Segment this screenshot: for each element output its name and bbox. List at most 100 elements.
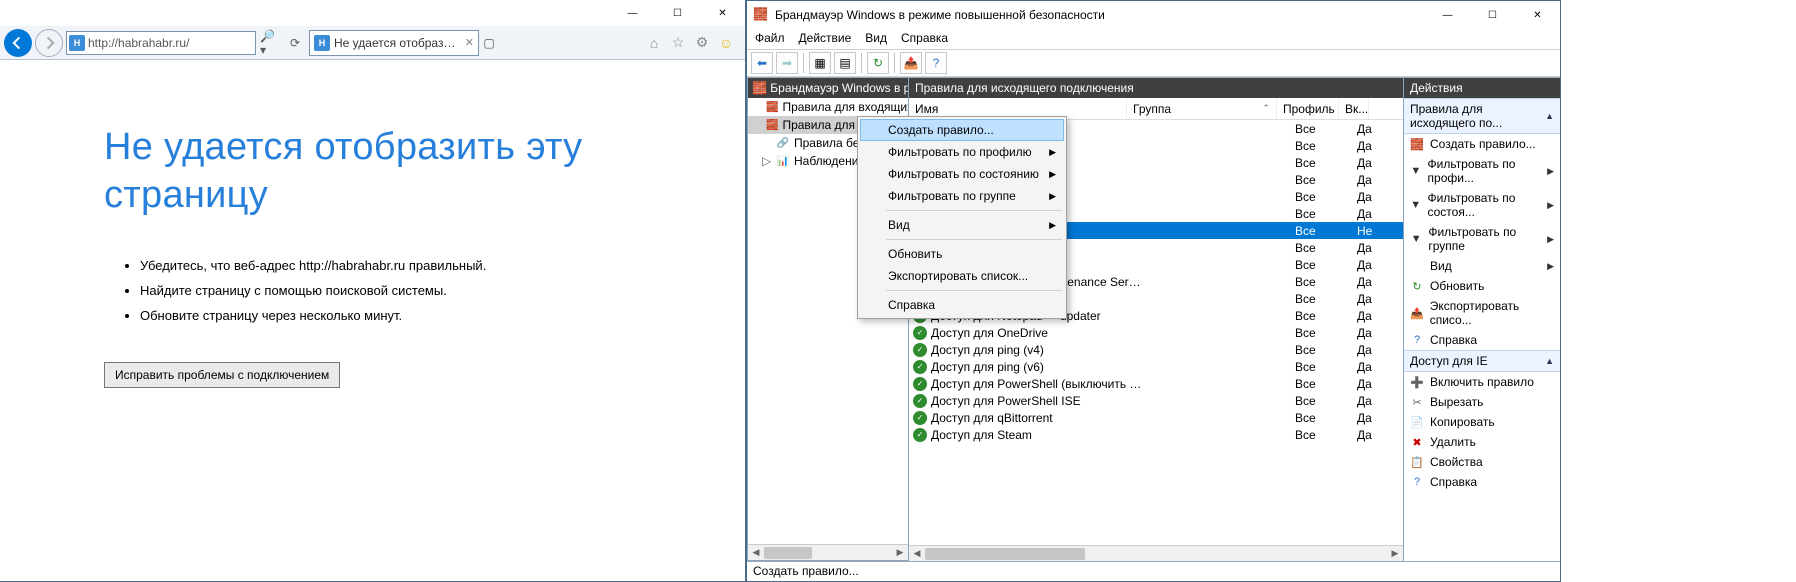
toolbar-btn[interactable]: 📤 [900, 52, 922, 74]
tree-item[interactable]: 🧱Правила для входящих под [748, 98, 908, 116]
search-dropdown-button[interactable]: 🔎▾ [259, 32, 281, 54]
rule-row[interactable]: ✓Доступ для SteamВсеДа [909, 426, 1403, 443]
toolbar-btn[interactable]: ▤ [834, 52, 856, 74]
firewall-root-icon: 🧱 [752, 81, 767, 95]
col-group[interactable]: Группа⌃ [1127, 98, 1277, 119]
toolbar-btn[interactable]: ▦ [809, 52, 831, 74]
action-item[interactable]: Вид▶ [1404, 256, 1560, 276]
context-menu-item[interactable]: Экспортировать список... [860, 265, 1064, 287]
tree-scrollbar[interactable]: ◀▶ [748, 544, 908, 560]
action-item[interactable]: ▼Фильтровать по состоя...▶ [1404, 188, 1560, 222]
menu-file[interactable]: Файл [755, 31, 785, 47]
toolbar-btn[interactable]: ↻ [867, 52, 889, 74]
action-label: Справка [1430, 333, 1477, 347]
nav-back-button[interactable]: ⬅ [751, 52, 773, 74]
address-bar[interactable]: H http://habrahabr.ru/ [66, 31, 256, 55]
rule-profile: Все [1295, 275, 1357, 289]
scroll-left-icon[interactable]: ◀ [909, 548, 925, 559]
browser-tab[interactable]: H Не удается отобразить эту... ✕ [309, 30, 479, 56]
scroll-right-icon[interactable]: ▶ [1387, 548, 1403, 559]
scroll-left-icon[interactable]: ◀ [748, 547, 764, 558]
action-item[interactable]: ?Справка [1404, 330, 1560, 350]
action-item[interactable]: 📄Копировать [1404, 412, 1560, 432]
col-enabled[interactable]: Вк... [1339, 98, 1369, 119]
maximize-button[interactable]: ☐ [1470, 2, 1515, 28]
rule-row[interactable]: ✓Доступ для ping (v4)ВсеДа [909, 341, 1403, 358]
rule-row[interactable]: ✓Доступ для PowerShell (выключить для ..… [909, 375, 1403, 392]
minimize-button[interactable]: — [1425, 2, 1470, 28]
toolbar-btn[interactable]: ? [925, 52, 947, 74]
suggestions-list: Убедитесь, что веб-адрес http://habrahab… [104, 253, 721, 328]
rule-enabled: Да [1357, 428, 1387, 442]
chevron-right-icon: ▶ [1547, 200, 1554, 211]
ie-address-toolbar: H http://habrahabr.ru/ 🔎▾ ⟳ H Не удается… [0, 26, 745, 60]
firewall-app-icon: 🧱 [753, 7, 769, 23]
context-menu-item[interactable]: Фильтровать по группе▶ [860, 185, 1064, 207]
actions-section-rule[interactable]: Доступ для IE▲ [1404, 350, 1560, 372]
search-icon: 🔎▾ [260, 29, 280, 57]
menu-view[interactable]: Вид [865, 31, 887, 47]
tools-icon[interactable]: ⚙ [693, 34, 711, 52]
col-profile[interactable]: Профиль [1277, 98, 1339, 119]
rule-name: Доступ для PowerShell ISE [931, 394, 1145, 408]
new-tab-button[interactable]: ▢ [482, 32, 496, 54]
action-item[interactable]: 🧱Создать правило... [1404, 134, 1560, 154]
close-button[interactable]: ✕ [1515, 2, 1560, 28]
action-item[interactable]: ➕Включить правило [1404, 372, 1560, 392]
action-item[interactable]: ▼Фильтровать по группе▶ [1404, 222, 1560, 256]
home-icon[interactable]: ⌂ [645, 34, 663, 52]
fix-connection-button[interactable]: Исправить проблемы с подключением [104, 362, 340, 388]
scroll-thumb[interactable] [925, 548, 1085, 560]
action-item[interactable]: ✂Вырезать [1404, 392, 1560, 412]
rule-profile: Все [1295, 360, 1357, 374]
chevron-right-icon: ▶ [1547, 261, 1554, 272]
minimize-button[interactable]: — [610, 0, 655, 26]
tree-item-label: Правила для входящих под [782, 100, 908, 114]
tab-close-button[interactable]: ✕ [465, 36, 474, 49]
action-item[interactable]: ✖Удалить [1404, 432, 1560, 452]
rule-profile: Все [1295, 224, 1357, 238]
action-icon: 🧱 [1410, 137, 1424, 151]
context-menu-item[interactable]: Справка [860, 294, 1064, 316]
feedback-icon[interactable]: ☺ [717, 34, 735, 52]
context-menu-item[interactable]: Вид▶ [860, 214, 1064, 236]
actions-section-outbound[interactable]: Правила для исходящего по...▲ [1404, 98, 1560, 134]
menu-action[interactable]: Действие [799, 31, 852, 47]
back-button[interactable] [4, 29, 32, 57]
rules-scrollbar[interactable]: ◀▶ [909, 545, 1403, 561]
rule-row[interactable]: ✓Доступ для qBittorrentВсеДа [909, 409, 1403, 426]
context-menu-separator [886, 210, 1062, 211]
context-menu-separator [886, 290, 1062, 291]
close-button[interactable]: ✕ [700, 0, 745, 26]
context-menu-item[interactable]: Фильтровать по профилю▶ [860, 141, 1064, 163]
nav-fwd-button[interactable]: ➡ [776, 52, 798, 74]
context-menu-item[interactable]: Фильтровать по состоянию▶ [860, 163, 1064, 185]
context-menu-item[interactable]: Обновить [860, 243, 1064, 265]
action-item[interactable]: 📤Экспортировать списо... [1404, 296, 1560, 330]
rule-row[interactable]: ✓Доступ для ping (v6)ВсеДа [909, 358, 1403, 375]
favorites-icon[interactable]: ☆ [669, 34, 687, 52]
rule-row[interactable]: ✓Доступ для OneDriveВсеДа [909, 324, 1403, 341]
rule-profile: Все [1295, 122, 1357, 136]
rule-status-icon: ✓ [913, 394, 927, 408]
fw-toolbar: ⬅ ➡ ▦ ▤ ↻ 📤 ? [747, 49, 1560, 77]
menu-help[interactable]: Справка [901, 31, 948, 47]
action-item[interactable]: ?Справка [1404, 472, 1560, 492]
forward-button[interactable] [35, 29, 63, 57]
scroll-thumb[interactable] [764, 547, 812, 559]
context-menu-item[interactable]: Создать правило... [860, 119, 1064, 141]
arrow-left-icon [11, 36, 25, 50]
scroll-right-icon[interactable]: ▶ [892, 547, 908, 558]
maximize-button[interactable]: ☐ [655, 0, 700, 26]
action-item[interactable]: ▼Фильтровать по профи...▶ [1404, 154, 1560, 188]
tree-node-icon: 📊 [776, 154, 790, 168]
refresh-button[interactable]: ⟳ [284, 32, 306, 54]
suggestion-item: Убедитесь, что веб-адрес http://habrahab… [140, 253, 721, 278]
action-item[interactable]: ↻Обновить [1404, 276, 1560, 296]
action-item[interactable]: 📋Свойства [1404, 452, 1560, 472]
rule-name: Доступ для ping (v4) [931, 343, 1145, 357]
action-label: Обновить [1430, 279, 1484, 293]
rule-enabled: Да [1357, 241, 1387, 255]
panel-icon: ▦ [814, 56, 825, 70]
rule-row[interactable]: ✓Доступ для PowerShell ISEВсеДа [909, 392, 1403, 409]
